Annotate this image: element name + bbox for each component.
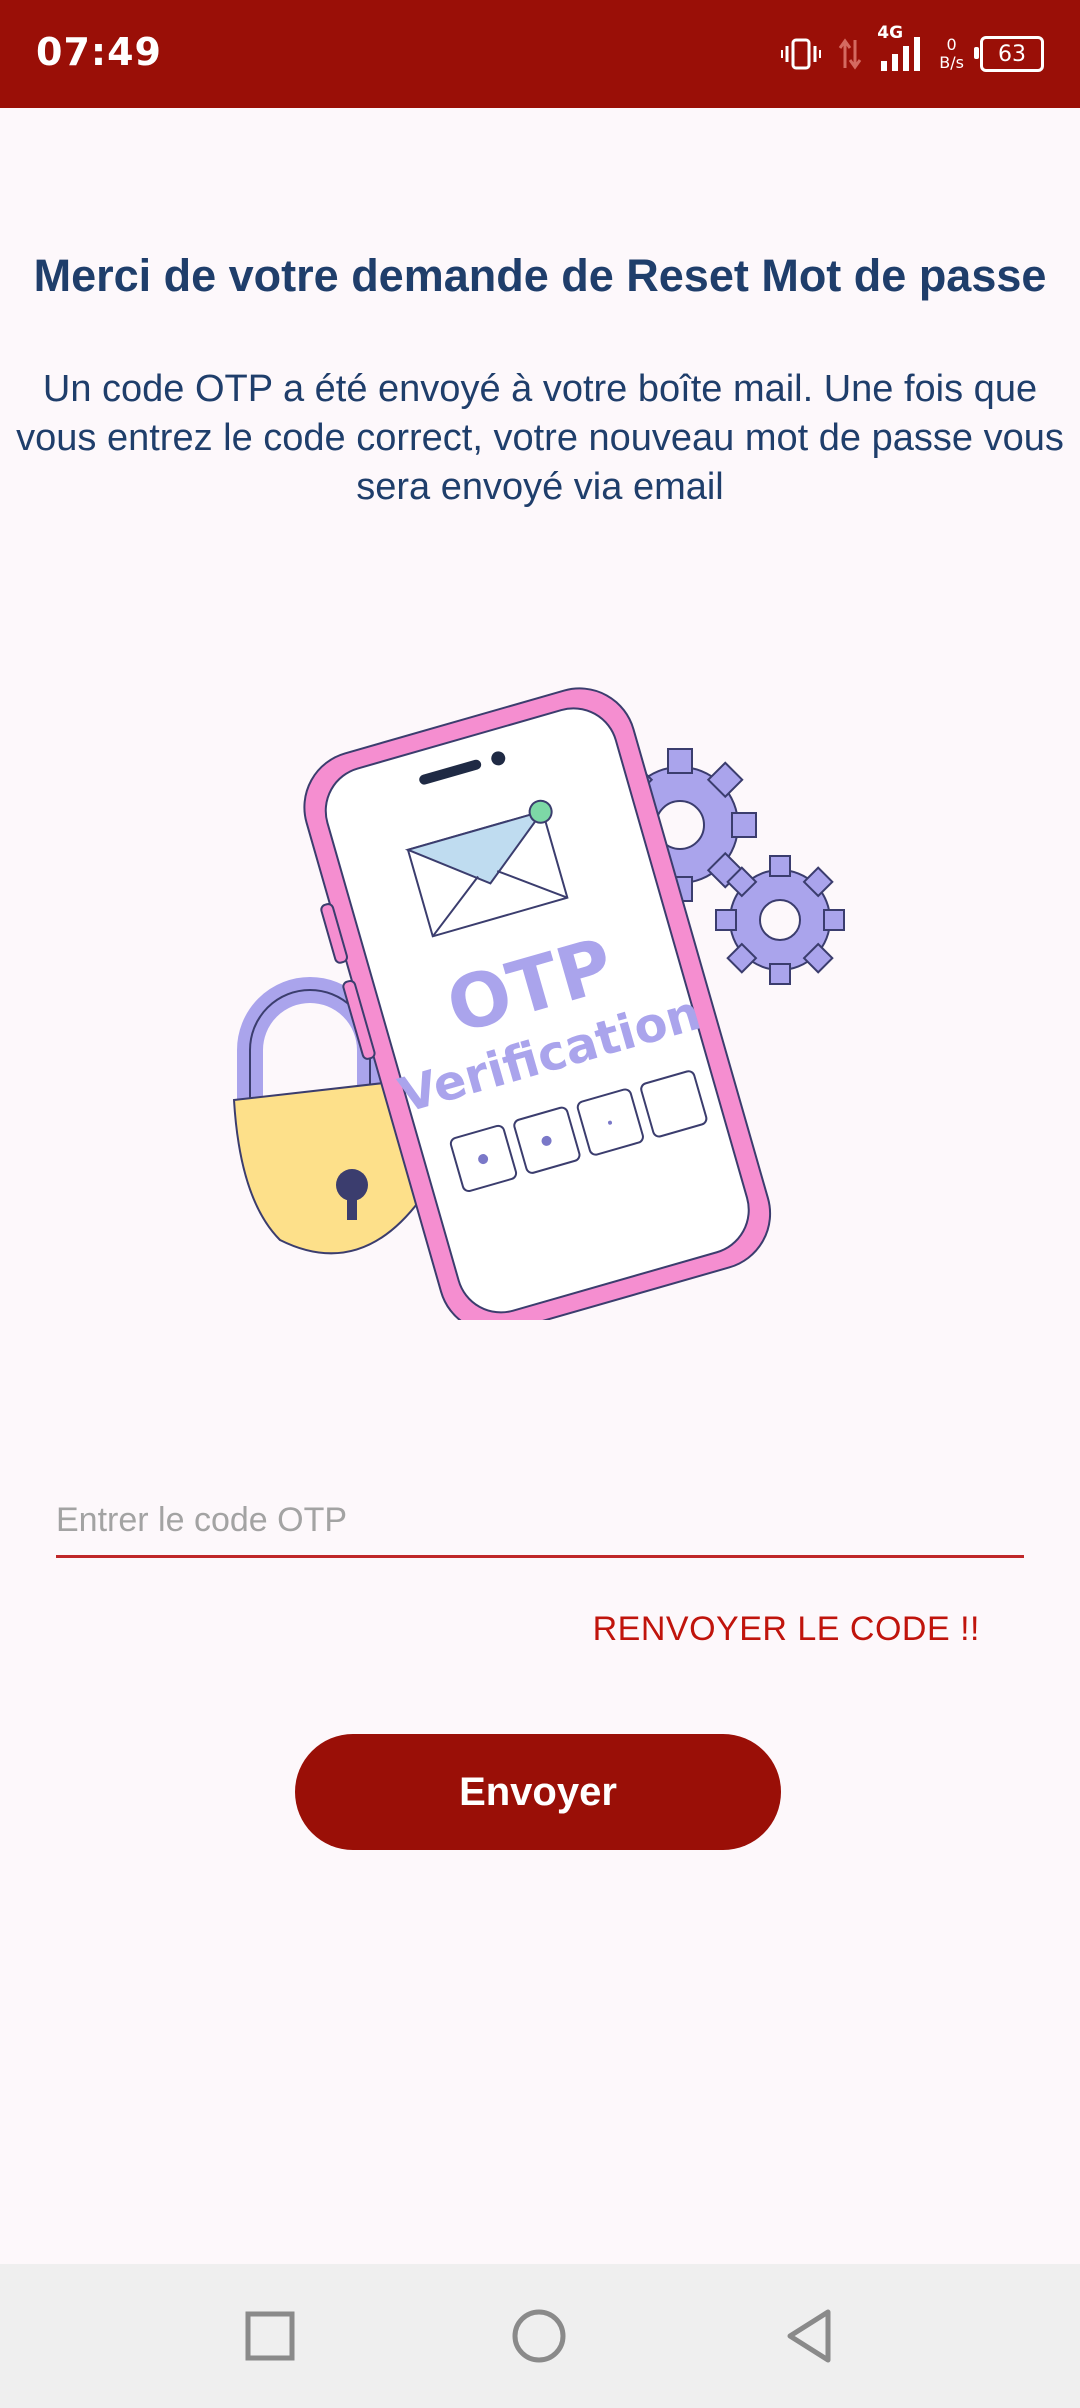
status-icons: 4G 0 B/s 63 — [781, 23, 1044, 80]
home-icon[interactable] — [509, 2306, 569, 2366]
page-title: Merci de votre demande de Reset Mot de p… — [33, 250, 1047, 301]
navigation-bar — [0, 2264, 1080, 2408]
vibrate-icon — [781, 38, 822, 70]
battery-level: 63 — [998, 41, 1026, 67]
back-icon[interactable] — [780, 2306, 840, 2366]
recent-apps-icon[interactable] — [240, 2306, 300, 2366]
data-transfer-icon — [839, 38, 862, 70]
otp-verification-illustration: OTP Verification — [232, 687, 845, 1320]
battery-icon: 63 — [974, 36, 1044, 72]
send-button[interactable]: Envoyer — [295, 1734, 781, 1850]
small-gear-icon — [715, 855, 845, 985]
network-type-label: 4G — [877, 23, 904, 43]
status-bar: 07:49 4G 0 B/s 63 — [0, 0, 1080, 108]
page-description: Un code OTP a été envoyé à votre boîte m… — [16, 368, 1064, 508]
network-speed: 0 B/s — [939, 36, 964, 72]
network-speed-unit: B/s — [939, 53, 964, 72]
otp-code-input[interactable] — [56, 1485, 1024, 1558]
network-speed-value: 0 — [946, 35, 957, 54]
resend-code-link[interactable]: RENVOYER LE CODE !! — [593, 1610, 980, 1649]
status-time: 07:49 — [36, 30, 162, 74]
